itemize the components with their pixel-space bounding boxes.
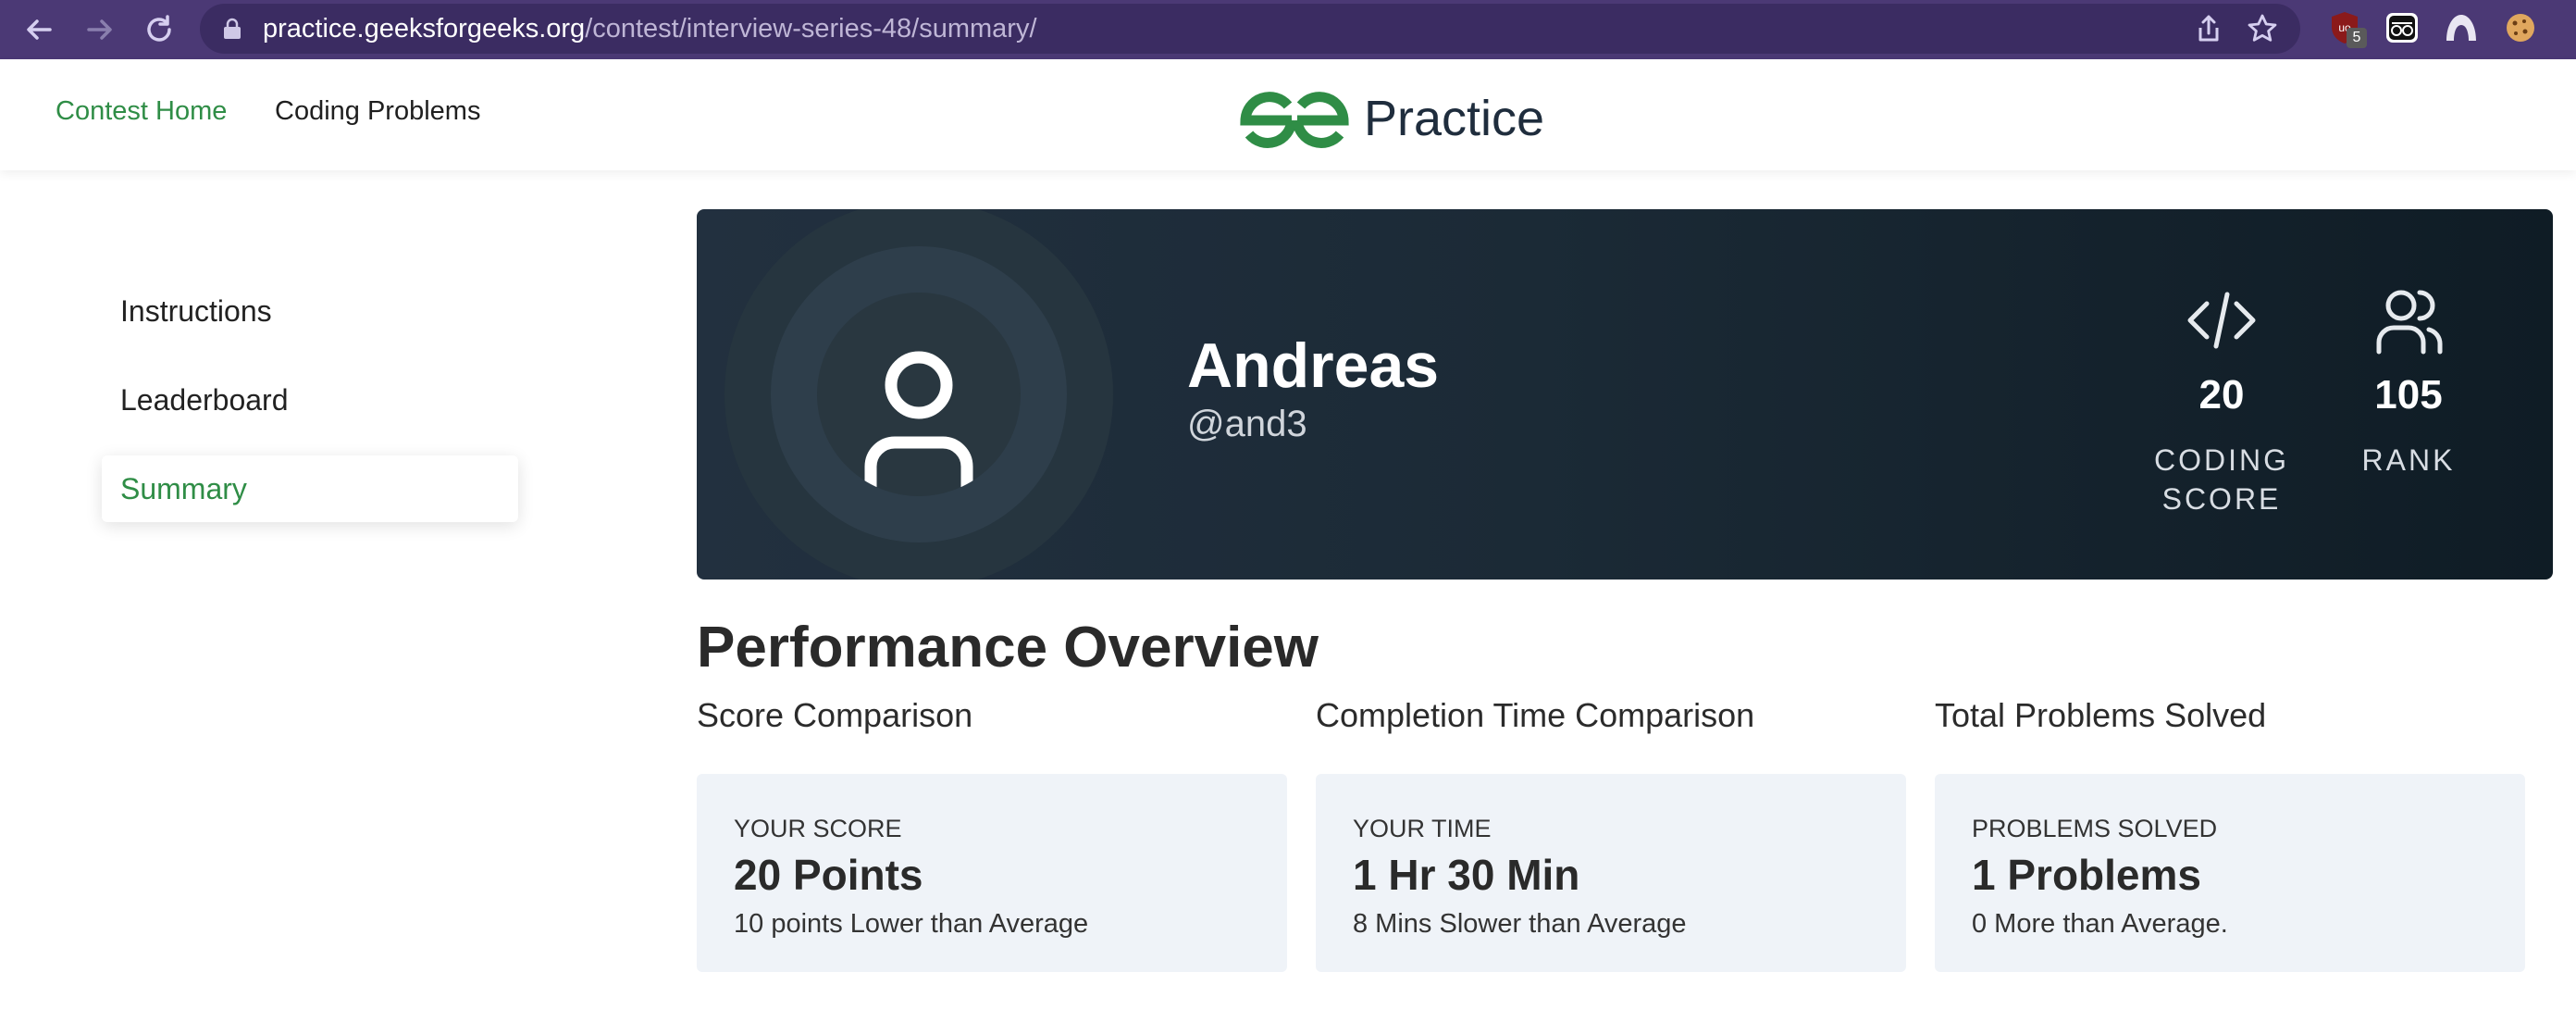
arch-extension-icon[interactable] bbox=[2443, 9, 2480, 46]
profile-card: Andreas @and3 20 CODING SCORE 105 RANK bbox=[697, 209, 2553, 580]
logo-text: Practice bbox=[1364, 91, 1545, 146]
nav-contest-home[interactable]: Contest Home bbox=[56, 96, 227, 127]
rank-value: 105 bbox=[2374, 372, 2443, 418]
cookie-extension-icon[interactable] bbox=[2502, 9, 2539, 46]
url-text: practice.geeksforgeeks.org/contest/inter… bbox=[263, 4, 1037, 54]
user-avatar-icon bbox=[864, 351, 973, 496]
time-card: YOUR TIME 1 Hr 30 Min 8 Mins Slower than… bbox=[1316, 774, 1906, 972]
completion-time-comparison-title: Completion Time Comparison bbox=[1316, 696, 1755, 734]
total-problems-solved-title: Total Problems Solved bbox=[1935, 696, 2267, 734]
site-header: Contest Home Coding Problems Practice bbox=[0, 59, 2576, 170]
spy-extension-icon[interactable] bbox=[2384, 9, 2421, 46]
rank-label: RANK bbox=[2361, 443, 2456, 477]
score-comparison-title: Score Comparison bbox=[697, 696, 973, 734]
time-value: 1 Hr 30 Min bbox=[1353, 851, 1580, 899]
bookmark-star-icon[interactable] bbox=[2247, 13, 2278, 44]
share-icon[interactable] bbox=[2193, 13, 2224, 44]
coding-score-label-line1: CODING bbox=[2154, 443, 2289, 477]
score-card: YOUR SCORE 20 Points 10 points Lower tha… bbox=[697, 774, 1287, 972]
users-icon bbox=[2372, 283, 2446, 357]
extension-badge: 5 bbox=[2347, 28, 2367, 48]
address-bar[interactable]: practice.geeksforgeeks.org/contest/inter… bbox=[200, 4, 2300, 54]
time-label: YOUR TIME bbox=[1353, 815, 1492, 842]
sidebar-item-instructions[interactable]: Instructions bbox=[120, 294, 272, 329]
problems-note: 0 More than Average. bbox=[1972, 909, 2228, 939]
score-note: 10 points Lower than Average bbox=[734, 909, 1089, 939]
back-arrow-icon[interactable] bbox=[20, 11, 57, 48]
lock-icon bbox=[222, 18, 242, 40]
url-host: practice.geeksforgeeks.org bbox=[263, 14, 586, 44]
forward-arrow-icon[interactable] bbox=[81, 11, 118, 48]
score-value: 20 Points bbox=[734, 851, 923, 899]
sidebar-item-summary[interactable]: Summary bbox=[120, 472, 247, 506]
nav-coding-problems[interactable]: Coding Problems bbox=[275, 96, 480, 127]
problems-label: PROBLEMS SOLVED bbox=[1972, 815, 2218, 842]
reload-icon[interactable] bbox=[141, 11, 178, 48]
problems-card: PROBLEMS SOLVED 1 Problems 0 More than A… bbox=[1935, 774, 2525, 972]
score-label: YOUR SCORE bbox=[734, 815, 902, 842]
code-icon bbox=[2185, 283, 2259, 357]
browser-toolbar: practice.geeksforgeeks.org/contest/inter… bbox=[0, 0, 2576, 59]
gfg-logo[interactable] bbox=[1236, 87, 1353, 150]
profile-name: Andreas bbox=[1187, 330, 1440, 401]
coding-score-value: 20 bbox=[2198, 372, 2245, 418]
profile-handle: @and3 bbox=[1187, 404, 1307, 444]
avatar bbox=[817, 293, 1021, 496]
url-path: /contest/interview-series-48/summary/ bbox=[585, 14, 1037, 44]
sidebar-item-leaderboard[interactable]: Leaderboard bbox=[120, 383, 288, 418]
coding-score-label: CODING SCORE bbox=[2129, 441, 2314, 518]
coding-score-label-line2: SCORE bbox=[2161, 482, 2282, 516]
time-note: 8 Mins Slower than Average bbox=[1353, 909, 1687, 939]
problems-value: 1 Problems bbox=[1972, 851, 2201, 899]
performance-overview-title: Performance Overview bbox=[697, 616, 1319, 679]
